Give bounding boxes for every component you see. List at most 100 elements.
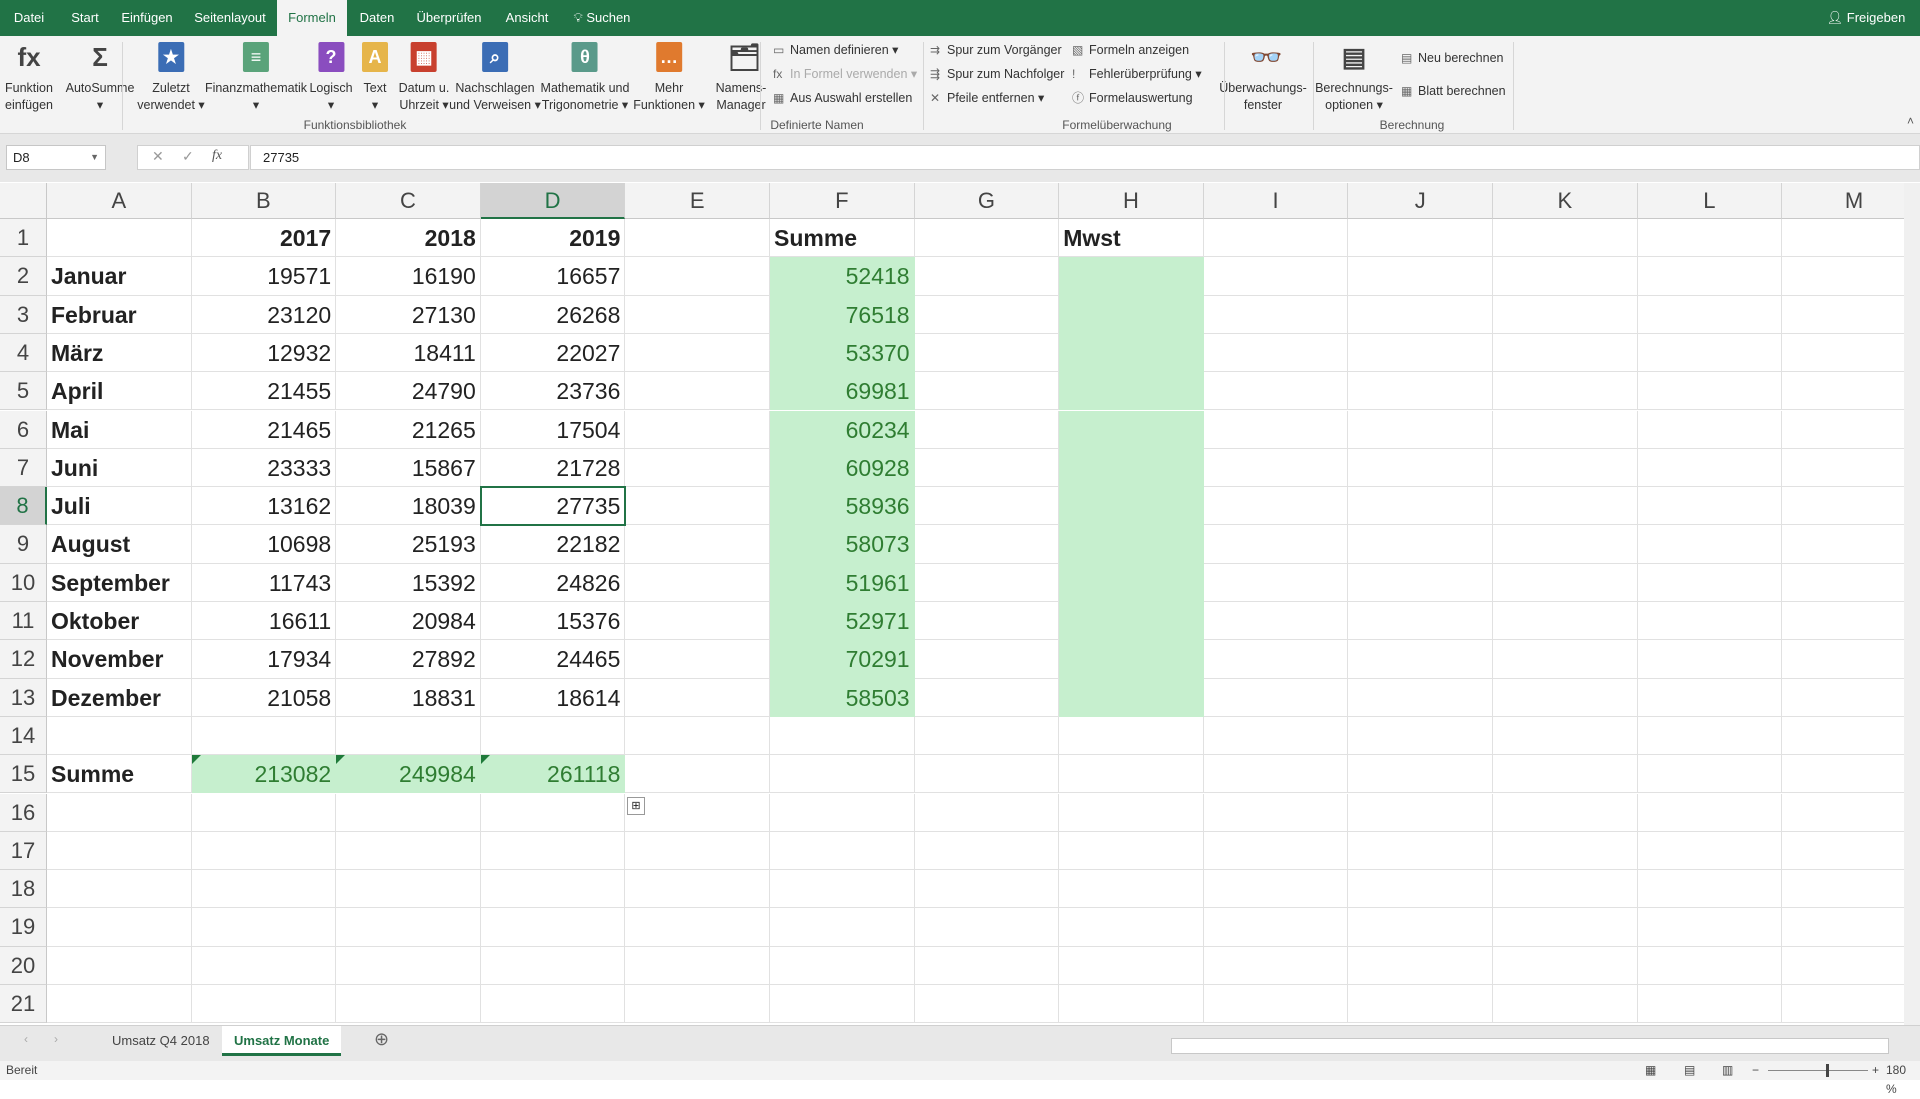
cell-H9[interactable] [1059,525,1204,564]
cell-F7[interactable]: 60928 [770,448,915,488]
chevron-down-icon[interactable]: ▼ [90,146,99,169]
cell-J18[interactable] [1348,870,1493,909]
vertical-scrollbar[interactable] [1904,183,1920,1025]
cell-J14[interactable] [1348,716,1493,756]
cell-B11[interactable]: 16611 [191,602,337,641]
cell-C4[interactable]: 18411 [336,333,481,373]
cell-K19[interactable] [1493,908,1638,947]
cell-C2[interactable]: 16190 [336,257,481,296]
cell-F18[interactable] [770,870,915,909]
cell-L11[interactable] [1637,602,1783,641]
cell-K11[interactable] [1493,602,1638,641]
cell-G13[interactable] [914,678,1060,717]
cell-A19[interactable] [47,908,192,947]
cell-A16[interactable] [47,793,192,832]
ribbon-button-3[interactable]: ≡ Finanzmathematik ▾ [205,42,307,114]
cell-A15[interactable]: Summe [47,755,192,794]
cell-E4[interactable] [625,333,770,373]
cell-B9[interactable]: 10698 [191,525,337,564]
cell-H19[interactable] [1059,908,1204,947]
cell-I21[interactable] [1203,985,1349,1024]
ribbon-button-0[interactable]: fx Funktion einfügen [5,42,53,114]
tab-5[interactable]: Daten [360,0,395,36]
cell-E8[interactable] [625,487,770,526]
cell-J15[interactable] [1348,755,1493,794]
cell-I9[interactable] [1203,525,1349,564]
cell-M9[interactable] [1782,525,1904,564]
row-header-3[interactable]: 3 [0,295,47,334]
tab-3[interactable]: Seitenlayout [194,0,266,36]
cell-F15[interactable] [770,755,915,794]
zoom-out-icon[interactable]: − [1752,1061,1759,1080]
cell-H18[interactable] [1059,870,1204,909]
cell-L2[interactable] [1637,257,1783,296]
zoom-slider[interactable] [1768,1064,1868,1077]
cell-I13[interactable] [1203,678,1349,717]
column-header-M[interactable]: M [1782,183,1904,219]
insert-function-icon[interactable]: fx [212,148,222,164]
cell-G3[interactable] [914,295,1060,334]
normal-view-icon[interactable]: ▦ [1645,1061,1656,1080]
cell-K16[interactable] [1493,793,1638,832]
ribbon-button-2[interactable]: ★ Zuletzt verwendet ▾ [137,42,205,114]
cell-B5[interactable]: 21455 [191,372,337,411]
cell-F21[interactable] [770,985,915,1024]
cell-A12[interactable]: November [47,640,192,679]
scroll-right-icon[interactable]: › [54,1032,58,1046]
cell-J9[interactable] [1348,525,1493,564]
cell-H12[interactable] [1059,640,1204,679]
cell-L3[interactable] [1637,295,1783,334]
cell-K21[interactable] [1493,985,1638,1024]
cell-B10[interactable]: 11743 [191,563,337,602]
cell-F6[interactable]: 60234 [770,410,915,449]
cell-M15[interactable] [1782,755,1904,794]
cell-C11[interactable]: 20984 [336,602,481,641]
column-header-L[interactable]: L [1637,183,1783,219]
cell-H7[interactable] [1059,448,1204,488]
cell-M12[interactable] [1782,640,1904,679]
column-header-D[interactable]: D [480,183,626,219]
cell-A1[interactable] [47,219,192,258]
cell-M5[interactable] [1782,372,1904,411]
cell-C7[interactable]: 15867 [336,448,481,488]
cell-G1[interactable] [914,219,1060,258]
cell-J12[interactable] [1348,640,1493,679]
cell-G6[interactable] [914,410,1060,449]
cell-L6[interactable] [1637,410,1783,449]
cell-D4[interactable]: 22027 [480,333,626,373]
column-header-G[interactable]: G [914,183,1060,219]
search-box[interactable]: 💡︎ Suchen [574,0,631,36]
cell-F10[interactable]: 51961 [770,563,915,602]
cell-A17[interactable] [47,831,192,871]
cell-K15[interactable] [1493,755,1638,794]
cell-J19[interactable] [1348,908,1493,947]
row-header-15[interactable]: 15 [0,755,47,794]
cell-L14[interactable] [1637,716,1783,756]
cell-H16[interactable] [1059,793,1204,832]
cell-D21[interactable] [480,985,626,1024]
page-layout-icon[interactable]: ▤ [1684,1061,1695,1080]
cell-I19[interactable] [1203,908,1349,947]
cell-D9[interactable]: 22182 [480,525,626,564]
ribbon-button-10[interactable]: 🗂 Namens- Manager [716,42,766,114]
cell-C18[interactable] [336,870,481,909]
cancel-icon[interactable]: ✕ [152,148,164,165]
cell-G17[interactable] [914,831,1060,871]
cell-C17[interactable] [336,831,481,871]
cell-H8[interactable] [1059,487,1204,526]
cell-J11[interactable] [1348,602,1493,641]
cell-B18[interactable] [191,870,337,909]
cell-C6[interactable]: 21265 [336,410,481,449]
cell-E2[interactable] [625,257,770,296]
cell-B4[interactable]: 12932 [191,333,337,373]
cell-E20[interactable] [625,946,770,985]
ribbon-small-button-7[interactable]: ! Fehlerüberprüfung ▾ [1072,64,1202,84]
cell-L20[interactable] [1637,946,1783,985]
cell-G2[interactable] [914,257,1060,296]
cell-M11[interactable] [1782,602,1904,641]
cell-H15[interactable] [1059,755,1204,794]
cell-H10[interactable] [1059,563,1204,602]
cell-M2[interactable] [1782,257,1904,296]
cell-J5[interactable] [1348,372,1493,411]
check-icon[interactable]: ✓ [182,148,194,165]
